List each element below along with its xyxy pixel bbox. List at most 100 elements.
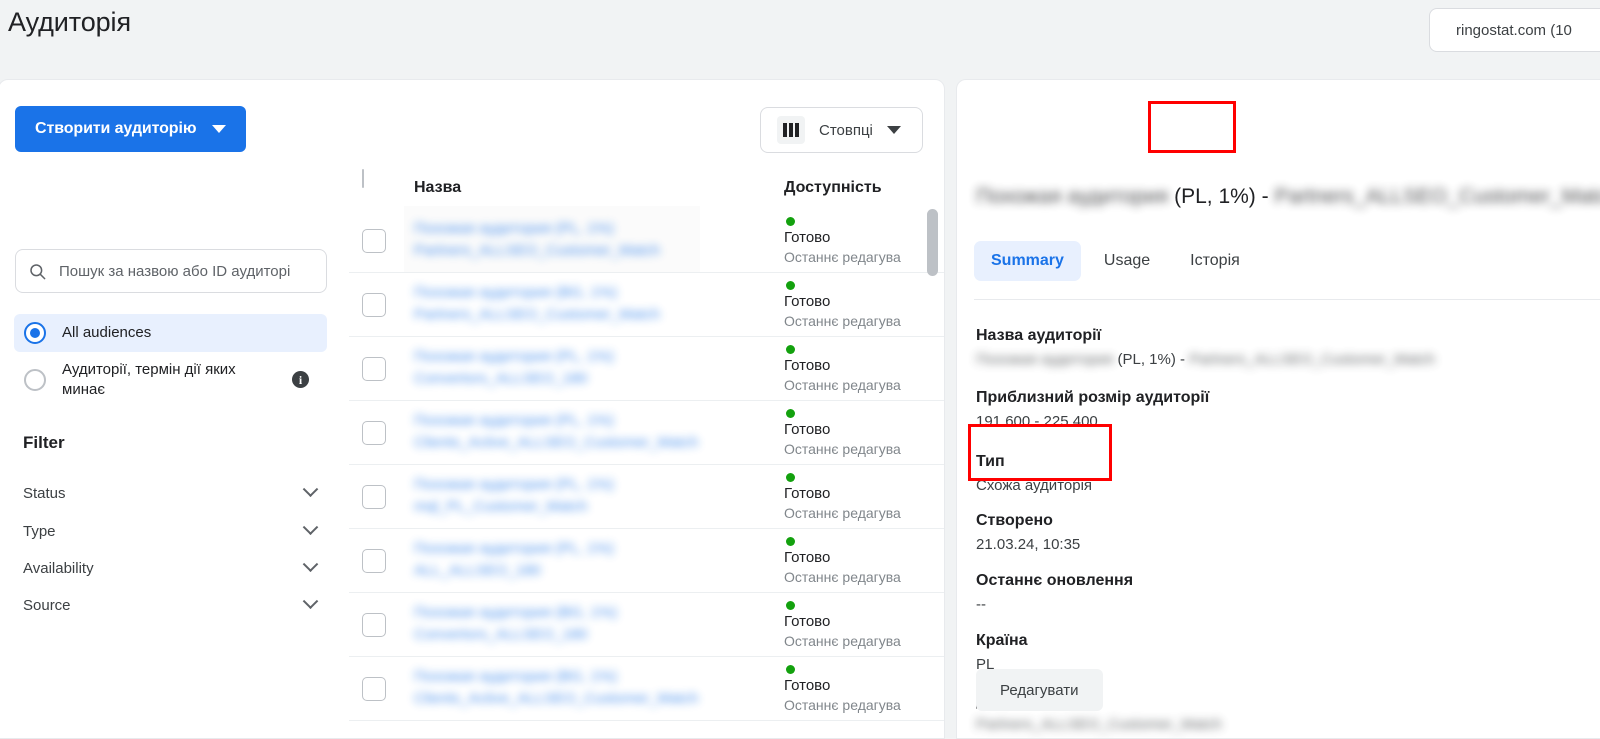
filter-group-source[interactable]: Source — [23, 591, 319, 619]
columns-button-label: Стовпці — [819, 121, 873, 139]
row-checkbox[interactable] — [362, 485, 386, 509]
status-dot-icon — [786, 345, 795, 354]
last-edit-label: Останнє редагува — [784, 633, 901, 650]
status-label: Готово — [784, 357, 831, 374]
create-audience-button[interactable]: Створити аудиторію — [15, 106, 247, 152]
details-title-blurred-left: Похожая аудитория — [976, 185, 1169, 208]
top-bar: Аудиторія ringostat.com (10 — [0, 0, 1600, 77]
row-checkbox[interactable] — [362, 549, 386, 573]
availability-cell: Готово Останнє редагува — [784, 470, 901, 523]
audience-name-line1: Похожая аудитория (PL, 1%) — [414, 476, 614, 493]
filter-group-availability[interactable]: Availability — [23, 554, 319, 582]
tab-usage-label: Usage — [1103, 252, 1151, 269]
search-input[interactable] — [59, 262, 314, 280]
detail-label: Назва аудиторії — [976, 327, 1102, 344]
audience-name-link[interactable]: Похожая аудитория (BG, 1%) Clients_Active… — [414, 666, 714, 710]
radio-expiring-audiences[interactable]: Аудиторії, термін дії яких минає i — [14, 352, 327, 408]
audience-name-line2: ALL_ALLSEO_180 — [414, 561, 541, 579]
table-row[interactable]: Похожая аудитория (PL, 1%) Convertors_ALL… — [349, 337, 944, 401]
radio-all-audiences[interactable]: All audiences — [14, 314, 327, 352]
scrollbar-thumb[interactable] — [927, 209, 938, 276]
filter-section-title: Filter — [23, 433, 65, 452]
table-header-row: Назва Доступність — [349, 169, 944, 206]
create-audience-label: Створити аудиторію — [35, 120, 197, 137]
detail-value-blurred-left: Похожая аудитория — [976, 350, 1114, 368]
status-label: Готово — [784, 613, 831, 630]
select-all-checkbox[interactable] — [362, 169, 364, 188]
audience-name-line1: Похожая аудитория (PL, 1%) — [414, 540, 614, 557]
row-checkbox[interactable] — [362, 677, 386, 701]
detail-label: Створено — [976, 512, 1053, 529]
audience-name-line2: Convertors_ALLSEO_180 — [414, 369, 588, 387]
chevron-down-icon — [302, 592, 319, 609]
column-header-name: Назва — [414, 179, 462, 196]
audience-details-panel: Похожая аудитория (PL, 1%) - Partners_AL… — [956, 79, 1600, 739]
audience-name-link[interactable]: Похожая аудитория (BG, 1%) Partners_ALLSE… — [414, 282, 714, 326]
audience-name-link[interactable]: Похожая аудитория (PL, 1%) mql_PL_Custome… — [414, 474, 714, 518]
tab-history-label: Історія — [1190, 252, 1240, 269]
audience-name-line1: Похожая аудитория (PL, 1%) — [414, 412, 614, 429]
status-label: Готово — [784, 229, 831, 246]
row-checkbox[interactable] — [362, 293, 386, 317]
table-row[interactable]: Похожая аудитория (PL, 1%) ALL_ALLSEO_180… — [349, 529, 944, 593]
detail-value: Схожа аудиторія — [976, 476, 1093, 494]
detail-value: Partners_ALLSEO_Customer_Match — [976, 715, 1222, 733]
status-label: Готово — [784, 485, 831, 502]
table-row[interactable]: Похожая аудитория (PL, 1%) Clients_Active… — [349, 401, 944, 465]
audience-name-link[interactable]: Похожая аудитория (PL, 1%) Convertors_ALL… — [414, 346, 714, 390]
audience-name-link[interactable]: Похожая аудитория (BG, 1%) Convertors_ALL… — [414, 602, 714, 646]
search-box[interactable] — [15, 249, 327, 293]
row-checkbox[interactable] — [362, 421, 386, 445]
search-icon — [30, 263, 46, 279]
audience-name-line2: Clients_Active_ALLSEO_Customer_Match — [414, 433, 699, 451]
audience-name-line2: Partners_ALLSEO_Customer_Match — [414, 305, 660, 323]
audience-name-line1: Похожая аудитория (BG, 1%) — [414, 284, 618, 301]
row-checkbox[interactable] — [362, 229, 386, 253]
detail-value: 191 600 - 225 400 — [976, 412, 1098, 430]
tab-summary[interactable]: Summary — [974, 241, 1081, 281]
detail-label: Приблизний розмір аудиторії — [976, 389, 1210, 406]
detail-label: Останнє оновлення — [976, 572, 1134, 589]
audience-name-line1: Похожая аудитория (BG, 1%) — [414, 668, 618, 685]
last-edit-label: Останнє редагува — [784, 313, 901, 330]
filter-group-status[interactable]: Status — [23, 479, 319, 507]
detail-label: Тип — [976, 453, 1005, 470]
info-icon[interactable]: i — [292, 371, 309, 388]
column-header-availability: Доступність — [784, 179, 882, 196]
availability-cell: Готово Останнє редагува — [784, 406, 901, 459]
detail-value: Похожая аудитория (PL, 1%) - Partners_AL… — [976, 349, 1600, 372]
tab-history[interactable]: Історія — [1173, 241, 1257, 281]
table-row[interactable]: Похожая аудитория (PL, 1%) mql_PL_Custome… — [349, 465, 944, 529]
page-title: Аудиторія — [8, 7, 131, 37]
row-checkbox[interactable] — [362, 613, 386, 637]
status-dot-icon — [786, 665, 795, 674]
table-row[interactable]: Похожая аудитория (BG, 1%) Convertors_ALL… — [349, 593, 944, 657]
table-row[interactable]: Похожая аудитория (BG, 1%) Clients_Active… — [349, 657, 944, 721]
table-scrollbar[interactable] — [927, 209, 939, 738]
audience-name-link[interactable]: Похожая аудитория (PL, 1%) Clients_Active… — [414, 410, 714, 454]
details-title: Похожая аудитория (PL, 1%) - Partners_AL… — [976, 185, 1600, 209]
edit-button[interactable]: Редагувати — [976, 669, 1103, 711]
detail-value-mid: (PL, 1%) - — [1117, 350, 1190, 368]
chevron-down-icon — [886, 126, 901, 134]
table-row[interactable]: Похожая аудитория (PL, 1%) Partners_ALLSE… — [349, 209, 944, 273]
audience-name-link[interactable]: Похожая аудитория (PL, 1%) ALL_ALLSEO_180 — [414, 538, 714, 582]
audience-name-line2: Convertors_ALLSEO_180 — [414, 625, 588, 643]
filter-group-type[interactable]: Type — [23, 517, 319, 545]
availability-cell: Готово Останнє редагува — [784, 534, 901, 587]
audience-name-line1: Похожая аудитория (BG, 1%) — [414, 604, 618, 621]
status-label: Готово — [784, 677, 831, 694]
audience-name-link[interactable]: Похожая аудитория (PL, 1%) Partners_ALLSE… — [414, 218, 714, 262]
last-edit-label: Останнє редагува — [784, 697, 901, 714]
row-checkbox[interactable] — [362, 357, 386, 381]
audience-table: Стовпці Назва Доступність Похожая аудито… — [349, 80, 944, 738]
columns-button[interactable]: Стовпці — [760, 107, 923, 153]
chevron-down-icon — [302, 555, 319, 572]
detail-field-audience-size: Приблизний розмір аудиторії 191 600 - 22… — [976, 386, 1600, 433]
tab-usage[interactable]: Usage — [1087, 241, 1167, 281]
detail-label: Країна — [976, 632, 1028, 649]
columns-icon — [777, 116, 805, 144]
table-row[interactable]: Похожая аудитория (BG, 1%) Partners_ALLSE… — [349, 273, 944, 337]
last-edit-label: Останнє редагува — [784, 569, 901, 586]
account-selector[interactable]: ringostat.com (10 — [1429, 8, 1600, 52]
